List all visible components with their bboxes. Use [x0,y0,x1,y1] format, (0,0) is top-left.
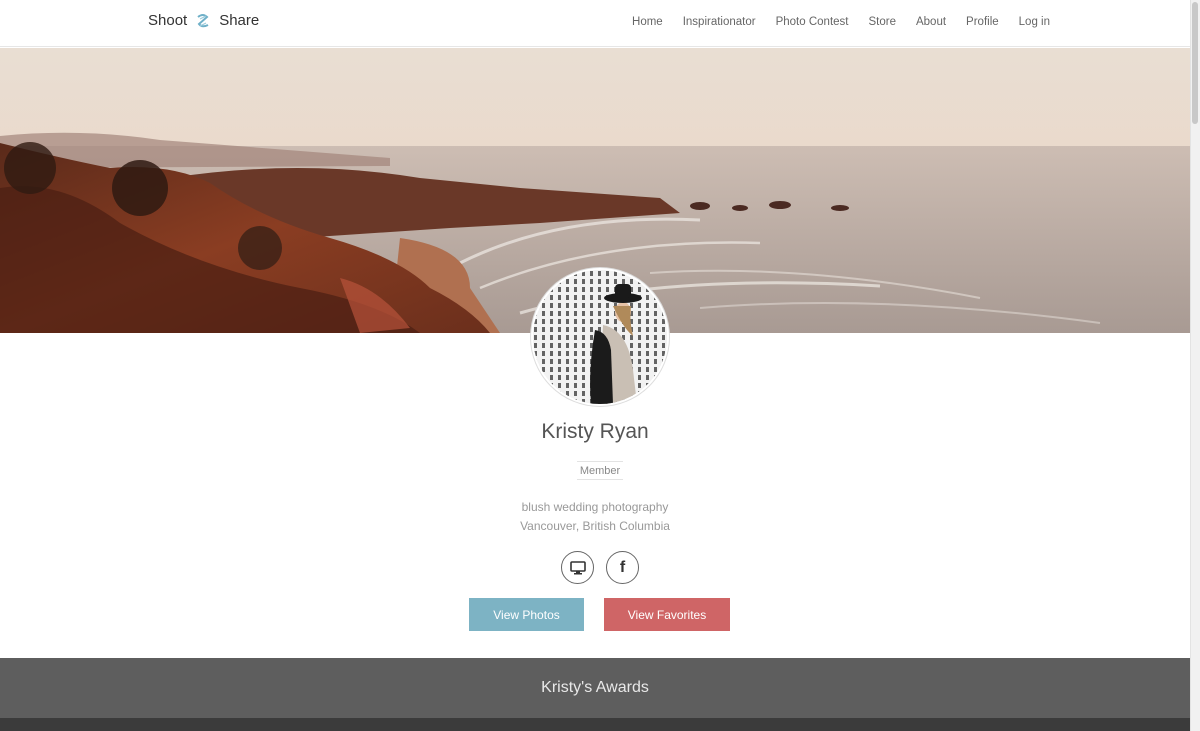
view-photos-button[interactable]: View Photos [469,598,584,631]
main-nav: Home Inspirationator Photo Contest Store… [632,16,1050,28]
avatar-photo [533,270,667,404]
website-link[interactable] [561,551,594,584]
nav-home[interactable]: Home [632,16,663,28]
bio-tagline: blush wedding photography [521,500,669,514]
facebook-link[interactable]: f [606,551,639,584]
profile-avatar[interactable] [531,268,669,406]
view-favorites-button[interactable]: View Favorites [604,598,730,631]
logo-mark-icon [197,13,209,27]
profile-name: Kristy Ryan [541,420,649,443]
nav-profile[interactable]: Profile [966,16,999,28]
nav-about[interactable]: About [916,16,946,28]
social-links: f [561,551,639,584]
scrollbar-thumb[interactable] [1192,2,1198,124]
nav-photo-contest[interactable]: Photo Contest [776,16,849,28]
facebook-icon: f [619,558,626,576]
dark-footer-strip [0,718,1190,731]
awards-section-header: Kristy's Awards [0,658,1190,718]
member-badge: Member [577,461,623,480]
nav-store[interactable]: Store [868,16,896,28]
bio-location: Vancouver, British Columbia [520,519,670,533]
profile-bio: blush wedding photography Vancouver, Bri… [0,498,1190,536]
logo-text-share: Share [219,12,260,29]
nav-login[interactable]: Log in [1019,16,1050,28]
awards-title: Kristy's Awards [541,679,649,696]
logo-text-shoot: Shoot [148,12,188,29]
top-header: Shoot Share Home Inspirationator Photo C… [0,0,1190,47]
monitor-icon [569,560,586,574]
nav-inspirationator[interactable]: Inspirationator [683,16,756,28]
page-scrollbar[interactable] [1190,0,1200,731]
site-logo[interactable]: Shoot Share [148,12,259,29]
